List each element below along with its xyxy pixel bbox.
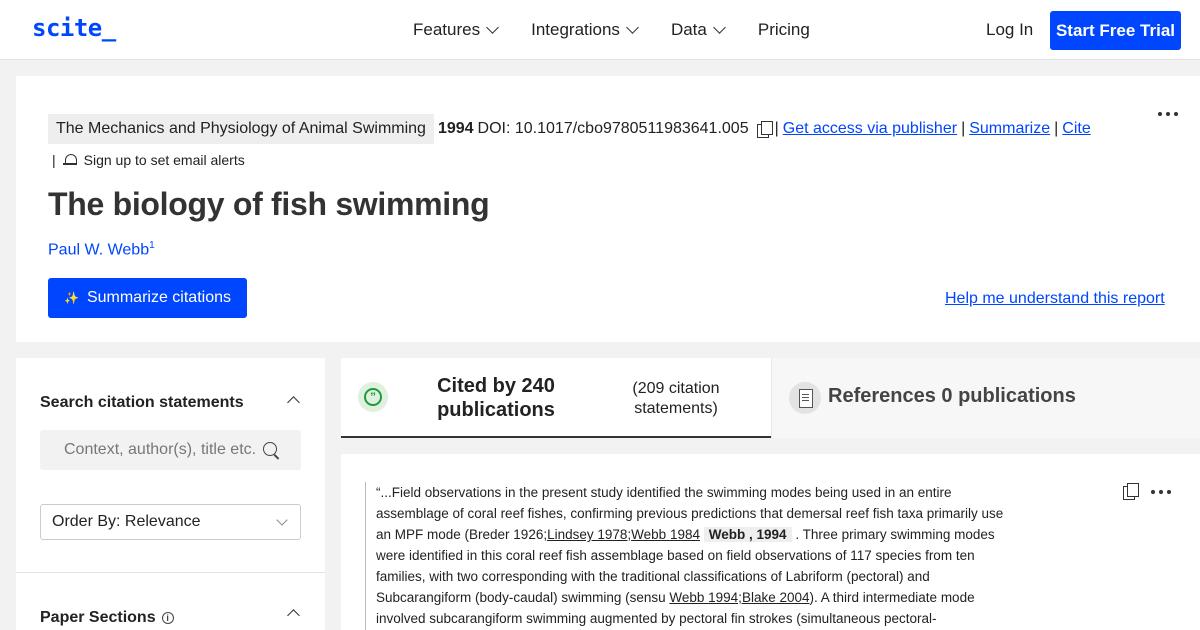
copy-icon[interactable] <box>1123 483 1139 500</box>
chevron-up-icon[interactable] <box>287 609 300 622</box>
nav-integrations[interactable]: Integrations <box>531 20 639 40</box>
reference-link[interactable]: Webb 1994; <box>669 590 742 605</box>
search-citations-heading: Search citation statements <box>40 394 244 411</box>
citation-text: “...Field observations in the present st… <box>376 485 1004 626</box>
summarize-citations-button[interactable]: ✨ Summarize citations <box>48 278 247 318</box>
search-icon[interactable] <box>263 442 277 456</box>
nav-data[interactable]: Data <box>671 20 726 40</box>
tab-references[interactable]: References 0 publications <box>771 358 1200 438</box>
email-alerts[interactable]: | Sign up to set email alerts <box>52 152 245 168</box>
reference-link[interactable]: Lindsey 1978; <box>547 527 631 542</box>
more-options-icon[interactable] <box>1158 112 1178 116</box>
login-link[interactable]: Log In <box>986 20 1033 40</box>
bell-icon <box>62 153 77 167</box>
filters-sidebar: Search citation statements Order By: Rel… <box>16 358 325 630</box>
reference-link[interactable]: Blake 2004 <box>742 590 810 605</box>
tab-cited-by[interactable]: ” Cited by 240 publications (209 citatio… <box>341 358 771 438</box>
get-access-link[interactable]: Get access via publisher <box>783 120 957 138</box>
reference-link[interactable]: Webb 1984 <box>631 527 700 542</box>
order-by-select[interactable]: Order By: Relevance <box>40 504 301 540</box>
citation-tabs: ” Cited by 240 publications (209 citatio… <box>341 358 1200 438</box>
publication-year: 1994 <box>437 120 474 137</box>
paper-title: The biology of fish swimming <box>48 186 490 222</box>
paper-sections-heading: Paper Sections i <box>40 609 174 627</box>
chevron-down-icon <box>712 21 726 34</box>
start-free-trial-button[interactable]: Start Free Trial <box>1050 11 1181 50</box>
cite-link[interactable]: Cite <box>1062 120 1090 138</box>
chevron-up-icon[interactable] <box>287 396 300 409</box>
magic-wand-icon: ✨ <box>64 291 79 305</box>
citation-search-box <box>40 430 301 470</box>
journal-chip[interactable]: The Mechanics and Physiology of Animal S… <box>48 114 434 144</box>
document-icon <box>789 382 821 414</box>
more-options-icon[interactable] <box>1151 490 1171 494</box>
copy-icon[interactable] <box>756 120 773 138</box>
chevron-down-icon <box>486 21 499 34</box>
scite-logo[interactable]: scite_ <box>32 14 116 42</box>
nav-pricing[interactable]: Pricing <box>758 20 810 40</box>
top-navbar: scite_ Features Integrations Data Pricin… <box>0 0 1200 60</box>
chevron-down-icon <box>276 514 288 526</box>
quote-icon: ” <box>358 382 388 412</box>
sidebar-divider <box>16 572 325 573</box>
help-understand-link[interactable]: Help me understand this report <box>945 290 1165 308</box>
nav-menu: Features Integrations Data Pricing <box>413 0 844 60</box>
highlighted-citation: Webb , 1994 <box>703 527 792 542</box>
paper-meta-row: The Mechanics and Physiology of Animal S… <box>48 114 1091 144</box>
info-icon[interactable]: i <box>161 612 174 624</box>
doi-text: DOI: 10.1017/cbo9780511983641.005 <box>477 120 749 137</box>
chevron-down-icon <box>626 21 639 34</box>
citation-search-input[interactable] <box>40 430 301 470</box>
summarize-link[interactable]: Summarize <box>969 120 1050 138</box>
author-link[interactable]: Paul W. Webb1 <box>48 240 155 259</box>
citation-quote-bar <box>365 482 366 630</box>
nav-features[interactable]: Features <box>413 20 499 40</box>
citation-statement-card: “...Field observations in the present st… <box>341 454 1200 630</box>
paper-header-card: The Mechanics and Physiology of Animal S… <box>16 76 1200 342</box>
